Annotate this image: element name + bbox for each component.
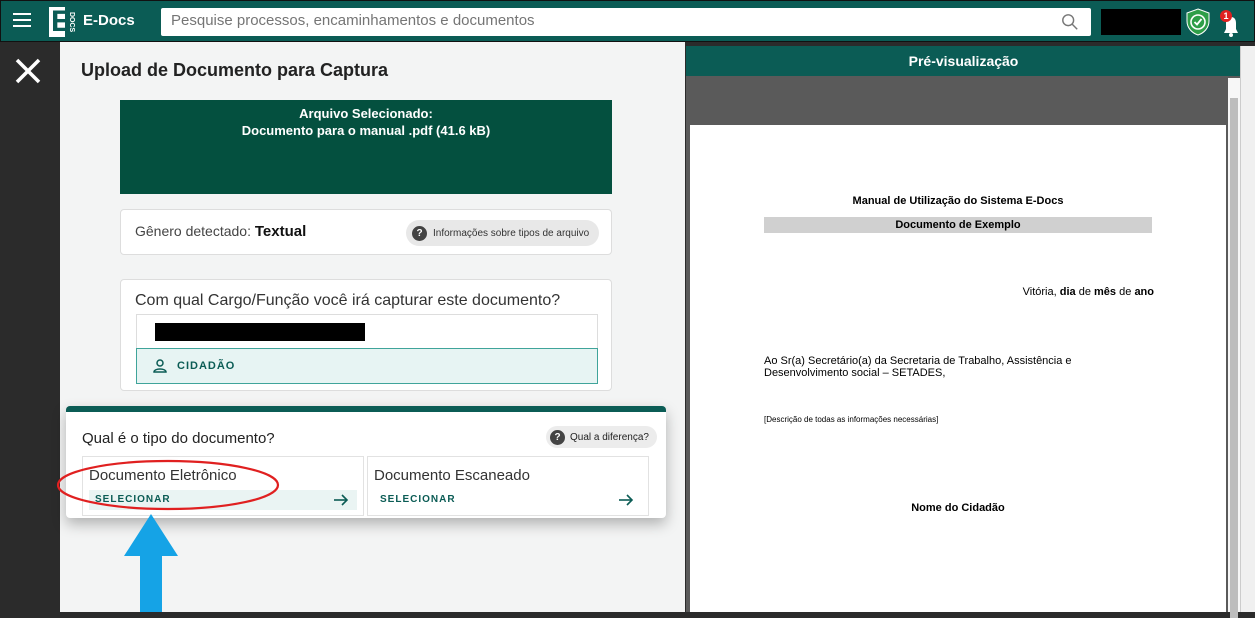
redacted-user-name[interactable] — [1101, 9, 1181, 35]
role-selection-card: Com qual Cargo/Função você irá capturar … — [120, 279, 612, 391]
select-scanned-button[interactable]: SELECIONAR — [374, 490, 642, 510]
outer-scrollbar[interactable] — [1240, 46, 1255, 612]
arrow-right-icon — [619, 494, 634, 506]
role-option-cidadao[interactable]: CIDADÃO — [136, 348, 598, 384]
search-bar[interactable] — [161, 8, 1091, 36]
select-label: SELECIONAR — [380, 494, 456, 505]
genre-value: Textual — [254, 223, 307, 240]
doc-description: [Descrição de todas as informações neces… — [764, 415, 939, 424]
shield-check-icon[interactable] — [1185, 8, 1211, 36]
arrow-right-icon — [334, 494, 349, 506]
app-name[interactable]: E-Docs — [83, 12, 135, 29]
file-types-info-button[interactable]: ? Informações sobre tipos de arquivo — [406, 220, 600, 246]
selected-file-name: Documento para o manual .pdf (41.6 kB) — [241, 123, 491, 138]
document-type-question: Qual é o tipo do documento? — [82, 430, 275, 447]
document-preview-page: Manual de Utilização do Sistema E-Docs D… — [690, 125, 1226, 612]
close-icon[interactable] — [12, 55, 44, 87]
preview-header: Pré-visualização — [686, 46, 1241, 76]
top-bar: E DOCS E-Docs 1 — [0, 0, 1255, 42]
select-label: SELECIONAR — [95, 494, 171, 505]
doc-subtitle: Documento de Exemplo — [764, 217, 1152, 233]
file-types-info-label: Informações sobre tipos de arquivo — [433, 227, 590, 239]
person-icon — [153, 359, 167, 373]
option-title: Documento Escaneado — [374, 467, 530, 484]
doc-date-city: Vitória, — [1022, 286, 1057, 298]
help-icon: ? — [550, 429, 565, 445]
preview-scrollbar[interactable] — [1228, 78, 1240, 618]
role-option-label: CIDADÃO — [177, 360, 236, 372]
scrollbar-thumb[interactable] — [1230, 98, 1238, 618]
doc-signature-name: Nome do Cidadão — [911, 502, 1005, 514]
option-electronic-document[interactable]: Documento Eletrônico SELECIONAR — [82, 456, 364, 516]
search-icon[interactable] — [1061, 13, 1079, 31]
doc-date-de: de — [1078, 286, 1091, 298]
doc-date-line: Vitória, dia de mês de ano — [1023, 286, 1154, 298]
selected-file-box: Arquivo Selecionado: Documento para o ma… — [120, 100, 612, 194]
document-type-card: Qual é o tipo do documento? ? Qual a dif… — [66, 406, 666, 518]
page-title: Upload de Documento para Captura — [81, 60, 389, 80]
selected-file-heading: Arquivo Selecionado: — [299, 106, 433, 121]
redacted-role-text — [155, 323, 365, 341]
genre-label: Gênero detectado: Textual — [135, 223, 306, 240]
redacted-role-option[interactable] — [136, 314, 598, 351]
logo-vertical-text: DOCS — [65, 7, 75, 37]
doc-date-year: ano — [1134, 286, 1154, 298]
doc-date-de: de — [1119, 286, 1132, 298]
doc-date-month: mês — [1094, 286, 1117, 298]
option-scanned-document[interactable]: Documento Escaneado SELECIONAR — [367, 456, 649, 516]
doc-date-day: dia — [1059, 286, 1076, 298]
genre-label-text: Gênero detectado: — [135, 223, 251, 239]
doc-address: Ao Sr(a) Secretário(a) da Secretaria de … — [764, 355, 1072, 379]
difference-help-button[interactable]: ? Qual a diferença? — [546, 426, 657, 448]
doc-title: Manual de Utilização do Sistema E-Docs — [852, 195, 1064, 207]
role-question: Com qual Cargo/Função você irá capturar … — [135, 292, 561, 309]
difference-help-label: Qual a diferença? — [570, 431, 649, 443]
select-electronic-button[interactable]: SELECIONAR — [89, 490, 357, 510]
detected-genre-card: Gênero detectado: Textual ? Informações … — [120, 209, 612, 255]
notification-count: 1 — [1223, 11, 1228, 21]
menu-icon[interactable] — [13, 13, 31, 29]
option-title: Documento Eletrônico — [89, 467, 237, 484]
help-icon: ? — [412, 225, 427, 241]
left-strip — [0, 42, 60, 612]
notification-bell-icon[interactable]: 1 — [1216, 9, 1246, 39]
search-input[interactable] — [171, 12, 1031, 29]
